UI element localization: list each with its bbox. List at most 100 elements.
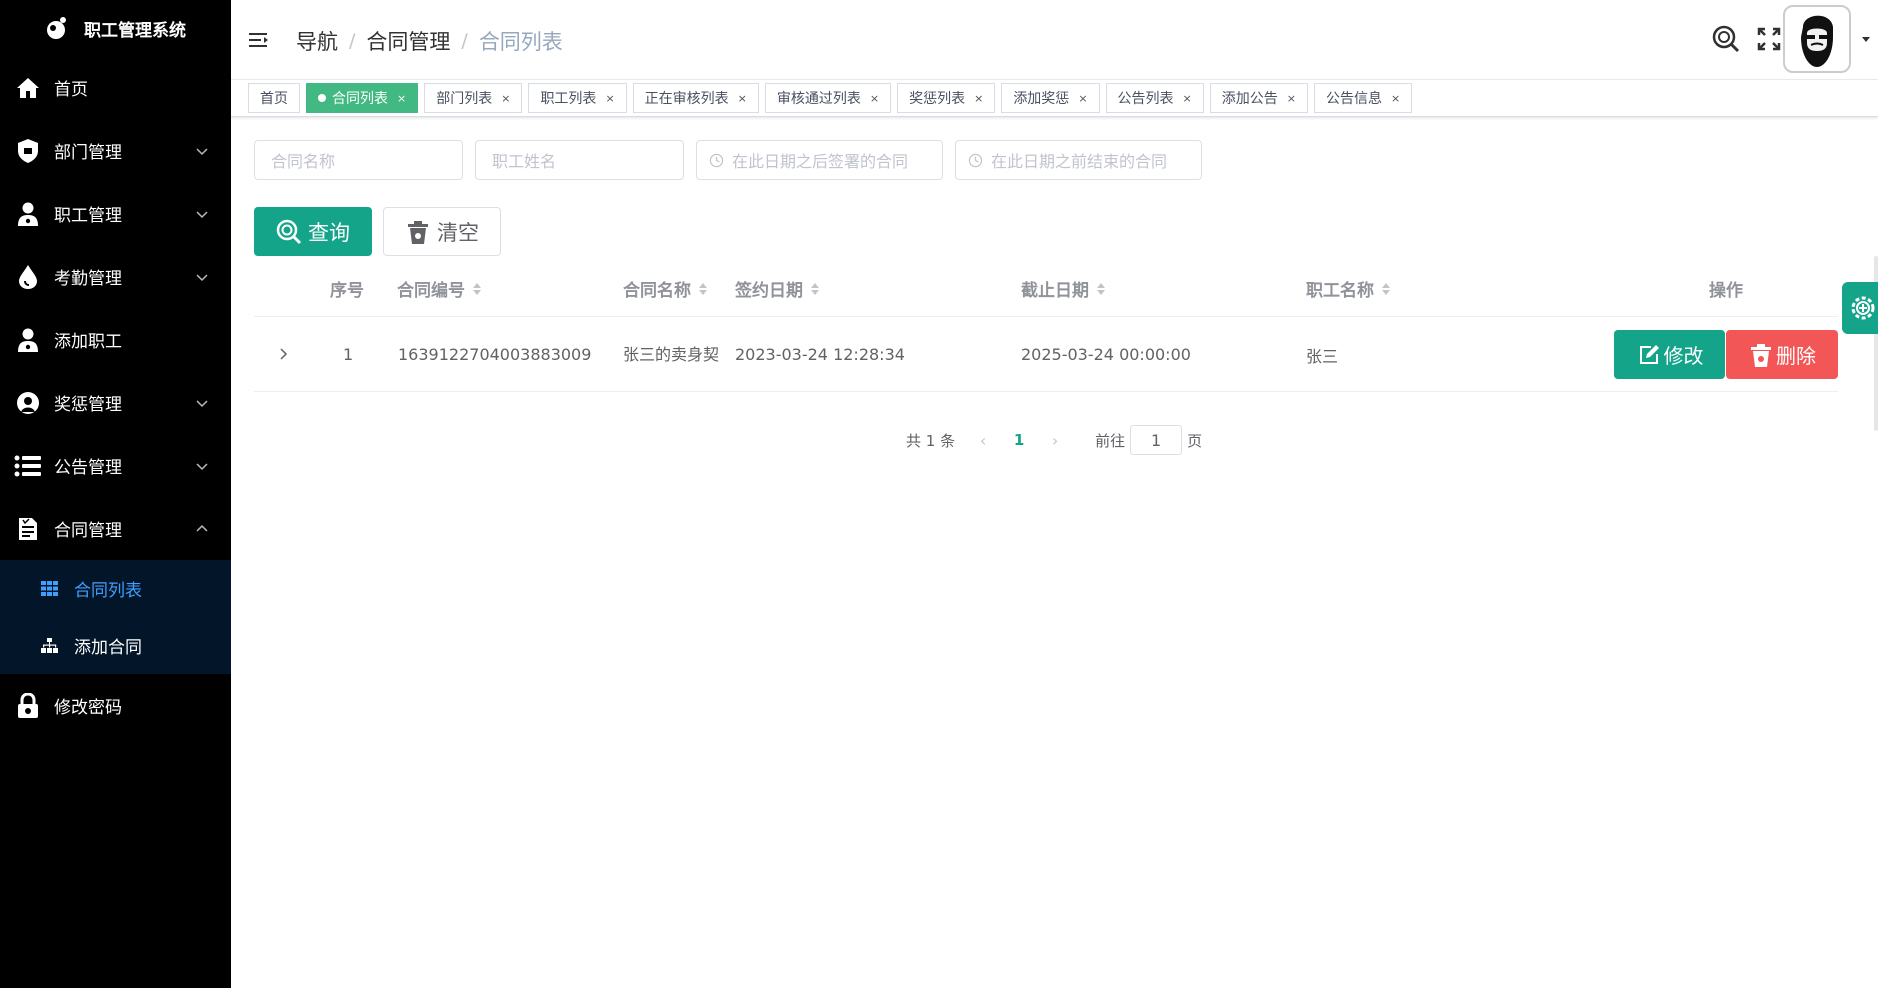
tag-reviewing-list[interactable]: 正在审核列表 ×: [632, 83, 759, 113]
column-header-name[interactable]: 合同名称: [623, 260, 708, 317]
sidebar-item-label: 奖惩管理: [54, 395, 122, 415]
tag-label: 合同列表: [332, 91, 388, 107]
lock-icon: [14, 692, 42, 720]
input-placeholder: 合同名称: [271, 152, 336, 171]
signed-after-date-picker[interactable]: 在此日期之后签署的合同: [696, 140, 943, 180]
clear-button[interactable]: 清空: [383, 207, 501, 256]
employee-name-input[interactable]: 职工姓名: [475, 140, 684, 180]
sidebar-item-employee[interactable]: 职工管理: [0, 182, 231, 245]
sidebar-subitem-label: 添加合同: [74, 638, 142, 658]
tag-employee-list[interactable]: 职工列表 ×: [528, 83, 627, 113]
chevron-right-icon[interactable]: ›: [1039, 425, 1071, 455]
caret-down-icon[interactable]: [1861, 36, 1871, 44]
column-label: 序号: [330, 281, 364, 301]
cell-number: 1639122704003883009: [398, 345, 592, 364]
sidebar-item-home[interactable]: 首页: [0, 56, 231, 119]
cell-sign-date: 2023-03-24 12:28:34: [735, 345, 905, 364]
fullscreen-icon[interactable]: [1754, 24, 1784, 54]
tag-add-notice[interactable]: 添加公告 ×: [1209, 83, 1308, 113]
edit-button[interactable]: 修改: [1614, 330, 1725, 379]
tag-label: 添加公告: [1221, 91, 1278, 107]
tag-label: 正在审核列表: [644, 91, 729, 107]
sort-icon[interactable]: [698, 281, 708, 297]
sidebar-item-department[interactable]: 部门管理: [0, 119, 231, 182]
trash-icon: [1751, 343, 1771, 367]
tag-label: 部门列表: [436, 91, 493, 107]
tag-department-list[interactable]: 部门列表 ×: [424, 83, 523, 113]
breadcrumb-separator: /: [461, 30, 468, 52]
breadcrumb-item-contract[interactable]: 合同管理: [366, 26, 450, 56]
column-header-sign-date[interactable]: 签约日期: [735, 260, 820, 317]
sidebar-item-rewards[interactable]: 奖惩管理: [0, 371, 231, 434]
close-icon[interactable]: ×: [1287, 92, 1296, 105]
close-icon[interactable]: ×: [501, 92, 510, 105]
search-icon: [276, 219, 302, 244]
sort-icon[interactable]: [1096, 281, 1106, 297]
tag-add-reward[interactable]: 添加奖惩 ×: [1001, 83, 1100, 113]
contract-submenu: 合同列表 添加合同: [0, 560, 231, 674]
input-placeholder: 职工姓名: [492, 152, 557, 171]
sidebar-subitem-add-contract[interactable]: 添加合同: [0, 617, 231, 674]
avatar[interactable]: [1783, 5, 1851, 73]
clear-button-label: 清空: [437, 220, 479, 245]
tags-view: 首页 合同列表 × 部门列表 × 职工列表 × 正在审核列表 × 审核通过列表 × 奖惩列…: [231, 80, 1878, 117]
close-icon[interactable]: ×: [974, 92, 983, 105]
logo-icon: [47, 17, 66, 39]
drop-icon: [14, 263, 42, 291]
tag-label: 添加奖惩: [1013, 91, 1070, 107]
sidebar-item-notice[interactable]: 公告管理: [0, 434, 231, 497]
chevron-left-icon[interactable]: ‹: [967, 425, 999, 455]
cell-name: 张三的卖身契: [623, 344, 720, 364]
contract-name-input[interactable]: 合同名称: [254, 140, 463, 180]
menu-fold-icon[interactable]: [249, 30, 271, 50]
edit-icon: [1639, 344, 1659, 364]
ended-before-date-picker[interactable]: 在此日期之前结束的合同: [955, 140, 1202, 180]
close-icon[interactable]: ×: [1183, 92, 1192, 105]
gear-icon: [1851, 296, 1875, 320]
column-header-actions: 操作: [1709, 260, 1743, 317]
active-dot: [318, 94, 326, 102]
tag-contract-list[interactable]: 合同列表 ×: [306, 83, 419, 113]
tag-approved-list[interactable]: 审核通过列表 ×: [764, 83, 892, 113]
column-label: 合同名称: [623, 281, 691, 301]
close-icon[interactable]: ×: [738, 92, 747, 105]
column-header-end-date[interactable]: 截止日期: [1021, 260, 1106, 317]
list-icon: [14, 452, 42, 480]
chevron-up-icon: [196, 524, 208, 532]
app-title: 职工管理系统: [84, 20, 186, 41]
tag-home[interactable]: 首页: [248, 83, 300, 113]
query-button[interactable]: 查询: [254, 207, 372, 256]
trash-icon: [408, 220, 428, 244]
sidebar-item-contract[interactable]: 合同管理: [0, 497, 231, 560]
search-icon[interactable]: [1711, 24, 1741, 54]
tag-rewards-list[interactable]: 奖惩列表 ×: [897, 83, 996, 113]
sidebar-item-change-password[interactable]: 修改密码: [0, 674, 231, 737]
close-icon[interactable]: ×: [870, 92, 879, 105]
close-icon[interactable]: ×: [1078, 92, 1087, 105]
sort-icon[interactable]: [472, 281, 482, 297]
delete-button[interactable]: 删除: [1726, 330, 1838, 379]
sidebar-item-add-employee[interactable]: 添加职工: [0, 308, 231, 371]
cell-employee: 张三: [1306, 346, 1339, 366]
close-icon[interactable]: ×: [397, 92, 406, 105]
tag-label: 公告列表: [1117, 91, 1174, 107]
sidebar-item-attendance[interactable]: 考勤管理: [0, 245, 231, 308]
sidebar-item-label: 公告管理: [54, 458, 122, 478]
pagination-goto-input[interactable]: 1: [1130, 425, 1183, 455]
close-icon[interactable]: ×: [1391, 92, 1400, 105]
chevron-down-icon: [196, 399, 208, 407]
sort-icon[interactable]: [810, 281, 820, 297]
sidebar-subitem-contract-list[interactable]: 合同列表: [0, 560, 231, 617]
settings-button[interactable]: [1842, 282, 1878, 334]
pagination-page[interactable]: 1: [999, 425, 1039, 455]
column-header-employee[interactable]: 职工名称: [1306, 260, 1391, 317]
tag-notice-info[interactable]: 公告信息 ×: [1313, 83, 1413, 113]
sort-icon[interactable]: [1381, 281, 1391, 297]
breadcrumb-item-nav[interactable]: 导航: [296, 26, 338, 56]
tag-notice-list[interactable]: 公告列表 ×: [1105, 83, 1204, 113]
chevron-right-icon[interactable]: [276, 346, 290, 362]
column-header-number[interactable]: 合同编号: [397, 260, 482, 317]
app-logo[interactable]: 职工管理系统: [0, 0, 231, 56]
top-header: 导航 / 合同管理 / 合同列表: [231, 0, 1878, 80]
close-icon[interactable]: ×: [605, 92, 614, 105]
